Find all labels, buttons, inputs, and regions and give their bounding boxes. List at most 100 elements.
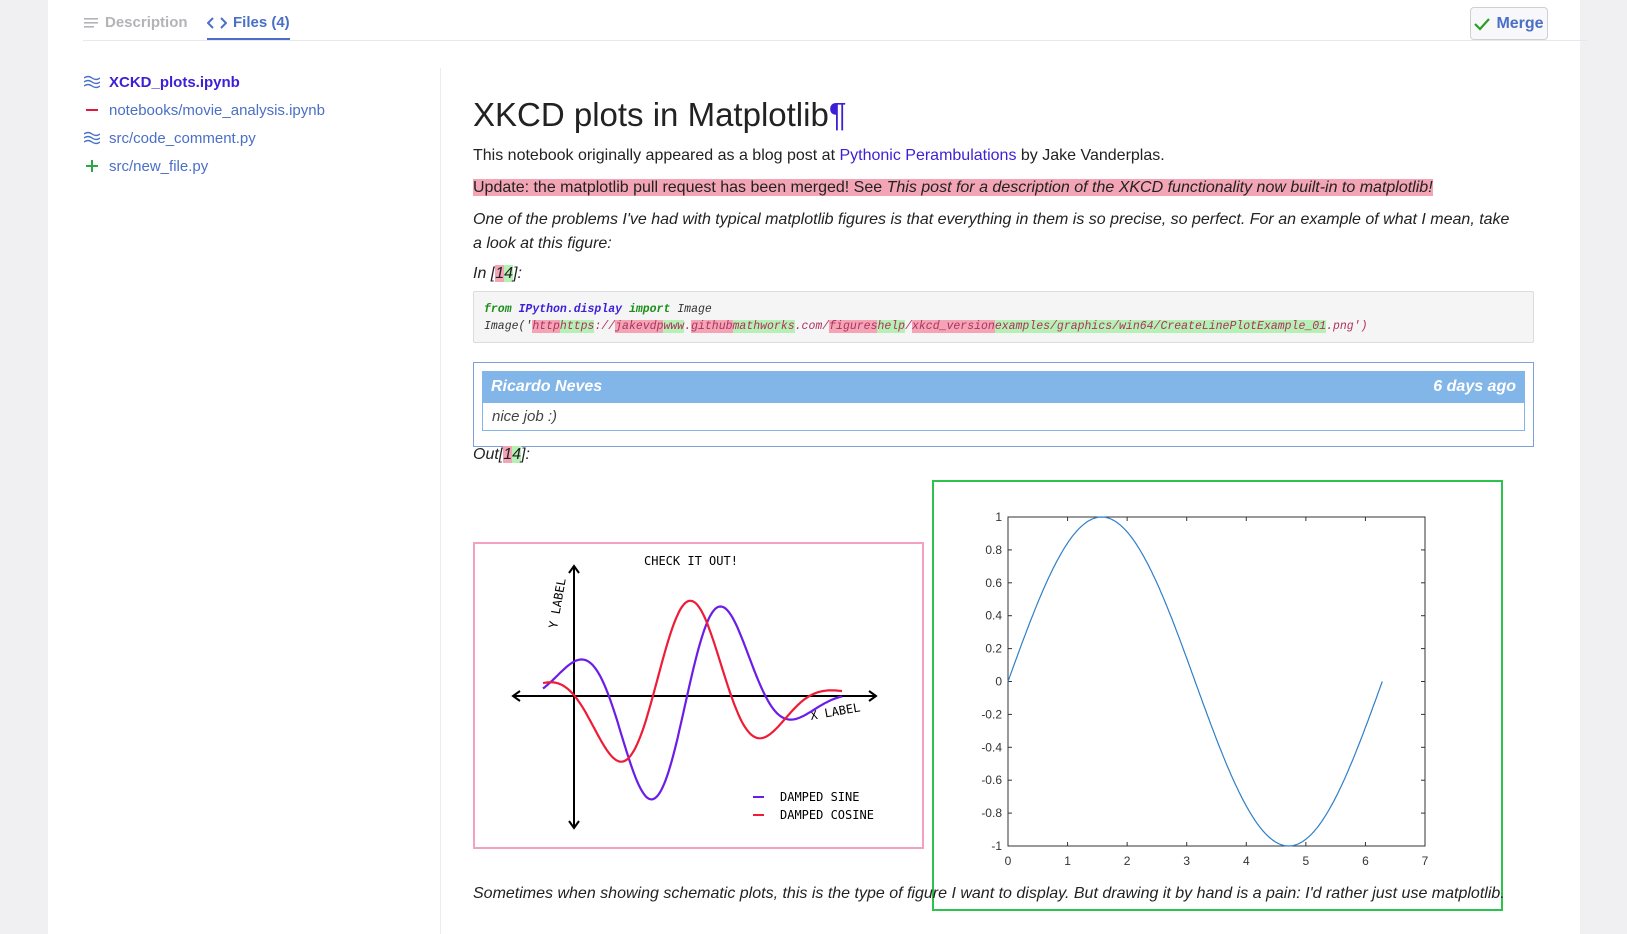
xkcd-plot-svg: CHECK IT OUT! Y LABEL X LABEL DAMPED SIN… (511, 554, 878, 830)
comment-text: nice job :) (482, 403, 1525, 431)
y-tick-label: -0.8 (981, 806, 1002, 820)
code-module: IPython.display (518, 303, 623, 316)
code-add: mathworks (732, 320, 795, 333)
code-name: Image (677, 303, 712, 316)
xkcd-y-label: Y LABEL (546, 577, 569, 629)
checkmark-icon (1474, 17, 1491, 31)
code-str: .png') (1326, 320, 1368, 333)
prompt-prefix: In [ (473, 265, 496, 282)
y-tick-label: 0 (995, 675, 1002, 689)
x-tick-label: 3 (1183, 854, 1190, 868)
update-paragraph: Update: the matplotlib pull request has … (473, 176, 1433, 200)
code-del: http (532, 320, 560, 333)
input-prompt: In [14]: (473, 262, 522, 286)
x-tick-label: 2 (1124, 854, 1131, 868)
comment-time: 6 days ago (1433, 378, 1516, 395)
prompt-num-add: 4 (512, 446, 522, 463)
x-tick-label: 0 (1005, 854, 1012, 868)
code-line-1: from IPython.display import Image (484, 301, 1523, 318)
added-icon (83, 159, 101, 173)
code-del: jakevdp (615, 320, 664, 333)
damped-cosine-line (542, 599, 843, 763)
code-line-2: Image('httphttps://jakevdpwww.githubmath… (484, 318, 1523, 335)
x-tick-label: 6 (1362, 854, 1369, 868)
code-add: www (663, 320, 685, 333)
tab-description-label: Description (105, 14, 188, 31)
lines-icon (84, 17, 98, 28)
file-item[interactable]: src/code_comment.py (83, 124, 433, 152)
problems-paragraph: One of the problems I've had with typica… (473, 211, 1510, 252)
xkcd-x-label: X LABEL (809, 700, 861, 723)
xkcd-title: CHECK IT OUT! (644, 554, 738, 568)
y-tick-label: 0.2 (985, 642, 1002, 656)
update-italic: This post for a description of the XKCD … (886, 179, 1433, 196)
code-str: .com/ (794, 320, 830, 333)
prompt-num-add: 4 (504, 265, 514, 282)
x-tick-label: 5 (1303, 854, 1310, 868)
merge-label: Merge (1496, 14, 1544, 32)
code-add: examples/graphics/win64/CreateLinePlotEx… (994, 320, 1327, 333)
blog-link[interactable]: Pythonic Perambulations (839, 147, 1016, 164)
x-tick-label: 4 (1243, 854, 1250, 868)
tab-description[interactable]: Description (83, 14, 188, 31)
deleted-icon (83, 103, 101, 117)
x-tick-label: 1 (1064, 854, 1071, 868)
notebook-title: XKCD plots in Matplotlib¶ (473, 96, 847, 134)
y-tick-label: -1 (991, 839, 1002, 853)
code-del: figures (829, 320, 878, 333)
file-list: XCKD_plots.ipynb notebooks/movie_analysi… (83, 68, 433, 180)
file-name: notebooks/movie_analysis.ipynb (109, 101, 325, 119)
file-name: src/new_file.py (109, 157, 209, 175)
file-name: XCKD_plots.ipynb (109, 73, 240, 91)
prompt-suffix: ]: (521, 446, 530, 463)
modified-icon (83, 131, 101, 145)
prompt-prefix: Out[ (473, 446, 504, 463)
y-tick-label: 0.8 (985, 543, 1002, 557)
page: Description Files (4) Merge XCKD_plots.i… (48, 0, 1588, 934)
code-text: Image(' (484, 320, 533, 333)
anchor-link[interactable]: ¶ (829, 96, 847, 133)
code-cell[interactable]: from IPython.display import Image Image(… (473, 291, 1534, 343)
file-item[interactable]: XCKD_plots.ipynb (83, 68, 433, 96)
file-item[interactable]: notebooks/movie_analysis.ipynb (83, 96, 433, 124)
modified-icon (83, 75, 101, 89)
y-tick-label: 0.6 (985, 576, 1002, 590)
code-del: github (691, 320, 733, 333)
comment-header: Ricardo Neves 6 days ago (482, 371, 1525, 403)
review-comment: Ricardo Neves 6 days ago nice job :) (473, 362, 1534, 447)
code-str: :// (594, 320, 616, 333)
damped-sine-line (542, 605, 843, 801)
comment-author[interactable]: Ricardo Neves (491, 378, 602, 396)
file-item[interactable]: src/new_file.py (83, 152, 433, 180)
intro-paragraph: This notebook originally appeared as a b… (473, 144, 1165, 168)
sine-plot-svg: 0 1 2 3 4 5 6 7 1 0.8 0.6 0.4 0.2 0 -0.2 -0.4 -0.6 -0.8 -1 (981, 510, 1429, 868)
y-tick-label: 1 (995, 510, 1002, 524)
xkcd-plot-image: CHECK IT OUT! Y LABEL X LABEL DAMPED SIN… (473, 542, 924, 849)
output-prompt: Out[14]: (473, 443, 530, 467)
notebook-title-text: XKCD plots in Matplotlib (473, 96, 829, 133)
prompt-num-del: 1 (503, 446, 513, 463)
update-text: Update: the matplotlib pull request has … (473, 179, 887, 196)
legend-cosine-label: DAMPED COSINE (780, 808, 874, 822)
prompt-suffix: ]: (513, 265, 522, 282)
intro-text: This notebook originally appeared as a b… (473, 147, 840, 164)
legend-sine-label: DAMPED SINE (780, 790, 859, 804)
code-icon (207, 16, 227, 29)
y-tick-label: -0.6 (981, 773, 1002, 787)
code-keyword: from (484, 303, 512, 316)
y-tick-label: 0.4 (985, 609, 1002, 623)
tab-files-label: Files (4) (233, 14, 290, 31)
y-tick-label: -0.4 (981, 740, 1002, 754)
code-str: / (905, 320, 912, 333)
prompt-num-del: 1 (495, 265, 505, 282)
merge-button[interactable]: Merge (1470, 7, 1548, 40)
y-tick-label: -0.2 (981, 707, 1002, 721)
intro-text-end: by Jake Vanderplas. (1016, 147, 1165, 164)
plot-frame (1007, 516, 1426, 847)
file-name: src/code_comment.py (109, 129, 256, 147)
divider (440, 68, 441, 934)
sine-plot-image: 0 1 2 3 4 5 6 7 1 0.8 0.6 0.4 0.2 0 -0.2 -0.4 -0.6 -0.8 -1 (932, 480, 1503, 911)
top-tabs: Description Files (4) (83, 0, 1588, 41)
tab-files[interactable]: Files (4) (207, 14, 290, 40)
x-tick-label: 7 (1422, 854, 1429, 868)
